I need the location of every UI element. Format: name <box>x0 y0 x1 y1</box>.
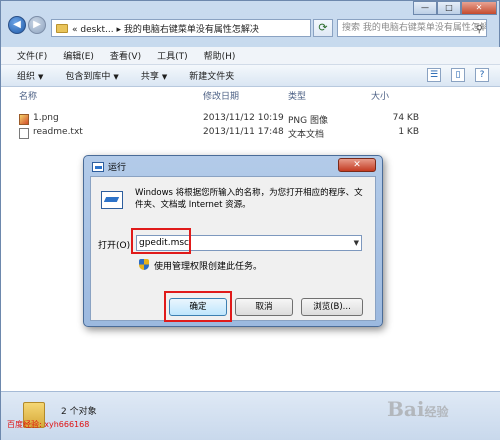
search-placeholder: 搜索 我的电脑右键菜单没有属性怎解决 <box>342 23 487 33</box>
watermark-logo-main: Bai <box>387 397 425 421</box>
column-header: 名称 修改日期 类型 大小 <box>1 89 500 105</box>
column-type[interactable]: 类型 <box>288 89 306 102</box>
dialog-title: 运行 <box>108 163 127 173</box>
file-type: 文本文档 <box>288 130 325 140</box>
run-program-icon <box>101 191 123 209</box>
admin-note: 使用管理权限创建此任务。 <box>154 262 263 272</box>
run-dialog: 运行 ✕ Windows 将根据您所输入的名称，为您打开相应的程序、文件夹、文档… <box>83 155 383 327</box>
menu-bar: 文件(F) 编辑(E) 查看(V) 工具(T) 帮助(H) <box>1 47 500 65</box>
text-file-icon <box>19 128 29 139</box>
file-name: readme.txt <box>33 127 83 137</box>
chevron-down-icon[interactable]: ▼ <box>354 236 359 250</box>
include-label: 包含到库中 <box>65 72 111 82</box>
minimize-button[interactable]: — <box>413 1 437 15</box>
explorer-window: ◀ ▶ « deskt... ▸ 我的电脑右键菜单没有属性怎解决 ⟳ 搜索 我的… <box>0 0 500 440</box>
file-size: 74 KB <box>392 113 419 123</box>
folder-icon <box>56 23 68 33</box>
search-icon: ⚲ <box>475 24 483 35</box>
new-folder-button[interactable]: 新建文件夹 <box>189 69 234 82</box>
include-in-library-button[interactable]: 包含到库中 ▼ <box>65 69 118 82</box>
close-window-button[interactable]: ✕ <box>461 1 497 15</box>
window-controls: — □ ✕ <box>413 1 497 15</box>
dialog-description: Windows 将根据您所输入的名称，为您打开相应的程序、文件夹、文档或 Int… <box>135 188 363 210</box>
dialog-body: Windows 将根据您所输入的名称，为您打开相应的程序、文件夹、文档或 Int… <box>90 176 376 322</box>
menu-tools[interactable]: 工具(T) <box>157 49 188 62</box>
menu-file[interactable]: 文件(F) <box>17 49 47 62</box>
refresh-button[interactable]: ⟳ <box>313 19 333 37</box>
address-path: « deskt... ▸ 我的电脑右键菜单没有属性怎解决 <box>72 24 259 35</box>
highlight-box-ok <box>164 291 232 322</box>
forward-button[interactable]: ▶ <box>28 16 46 34</box>
column-name[interactable]: 名称 <box>19 89 37 102</box>
organize-label: 组织 <box>17 72 36 82</box>
watermark-logo-sub: 经验 <box>424 405 449 419</box>
file-row[interactable]: readme.txt 2013/11/11 17:48 文本文档 1 KB <box>1 127 500 141</box>
highlight-box-input <box>131 228 191 254</box>
maximize-button[interactable]: □ <box>437 1 461 15</box>
cancel-button[interactable]: 取消 <box>235 298 293 316</box>
back-button[interactable]: ◀ <box>8 16 26 34</box>
view-controls: ☰ ▯ ? <box>427 68 489 82</box>
object-count: 2 个对象 <box>61 407 97 417</box>
file-type: PNG 图像 <box>288 116 328 126</box>
command-bar: 组织 ▼ 包含到库中 ▼ 共享 ▼ 新建文件夹 ☰ ▯ ? <box>1 65 500 87</box>
column-size[interactable]: 大小 <box>371 89 389 102</box>
menu-help[interactable]: 帮助(H) <box>204 49 236 62</box>
file-row[interactable]: 1.png 2013/11/12 10:19 PNG 图像 74 KB <box>1 113 500 127</box>
chevron-down-icon: ▼ <box>38 73 44 81</box>
view-options-icon[interactable]: ☰ <box>427 68 441 82</box>
shield-icon <box>139 259 149 270</box>
watermark-text: 百度经验: xyh666168 <box>7 420 90 429</box>
dialog-title-bar: 运行 <box>92 160 126 173</box>
menu-view[interactable]: 查看(V) <box>110 49 141 62</box>
column-date[interactable]: 修改日期 <box>203 89 239 102</box>
share-label: 共享 <box>140 72 159 82</box>
chevron-down-icon: ▼ <box>113 73 119 81</box>
dialog-close-button[interactable]: ✕ <box>338 158 376 172</box>
organize-button[interactable]: 组织 ▼ <box>17 69 43 82</box>
browse-button[interactable]: 浏览(B)... <box>301 298 363 316</box>
menu-edit[interactable]: 编辑(E) <box>63 49 94 62</box>
file-name: 1.png <box>33 113 59 123</box>
run-icon <box>92 161 104 172</box>
preview-pane-icon[interactable]: ▯ <box>451 68 465 82</box>
search-input[interactable]: 搜索 我的电脑右键菜单没有属性怎解决 ⚲ <box>337 19 487 37</box>
chevron-down-icon: ▼ <box>161 73 168 81</box>
help-icon[interactable]: ? <box>475 68 489 82</box>
open-label: 打开(O): <box>98 241 134 251</box>
file-size: 1 KB <box>398 127 419 137</box>
address-row: ◀ ▶ « deskt... ▸ 我的电脑右键菜单没有属性怎解决 ⟳ 搜索 我的… <box>1 1 500 47</box>
file-date: 2013/11/12 10:19 <box>203 113 284 123</box>
baidu-watermark-logo: Bai经验 <box>387 397 448 421</box>
png-file-icon <box>19 114 29 125</box>
address-bar[interactable]: « deskt... ▸ 我的电脑右键菜单没有属性怎解决 <box>51 19 311 37</box>
share-button[interactable]: 共享 ▼ <box>141 69 167 82</box>
file-date: 2013/11/11 17:48 <box>203 127 284 137</box>
